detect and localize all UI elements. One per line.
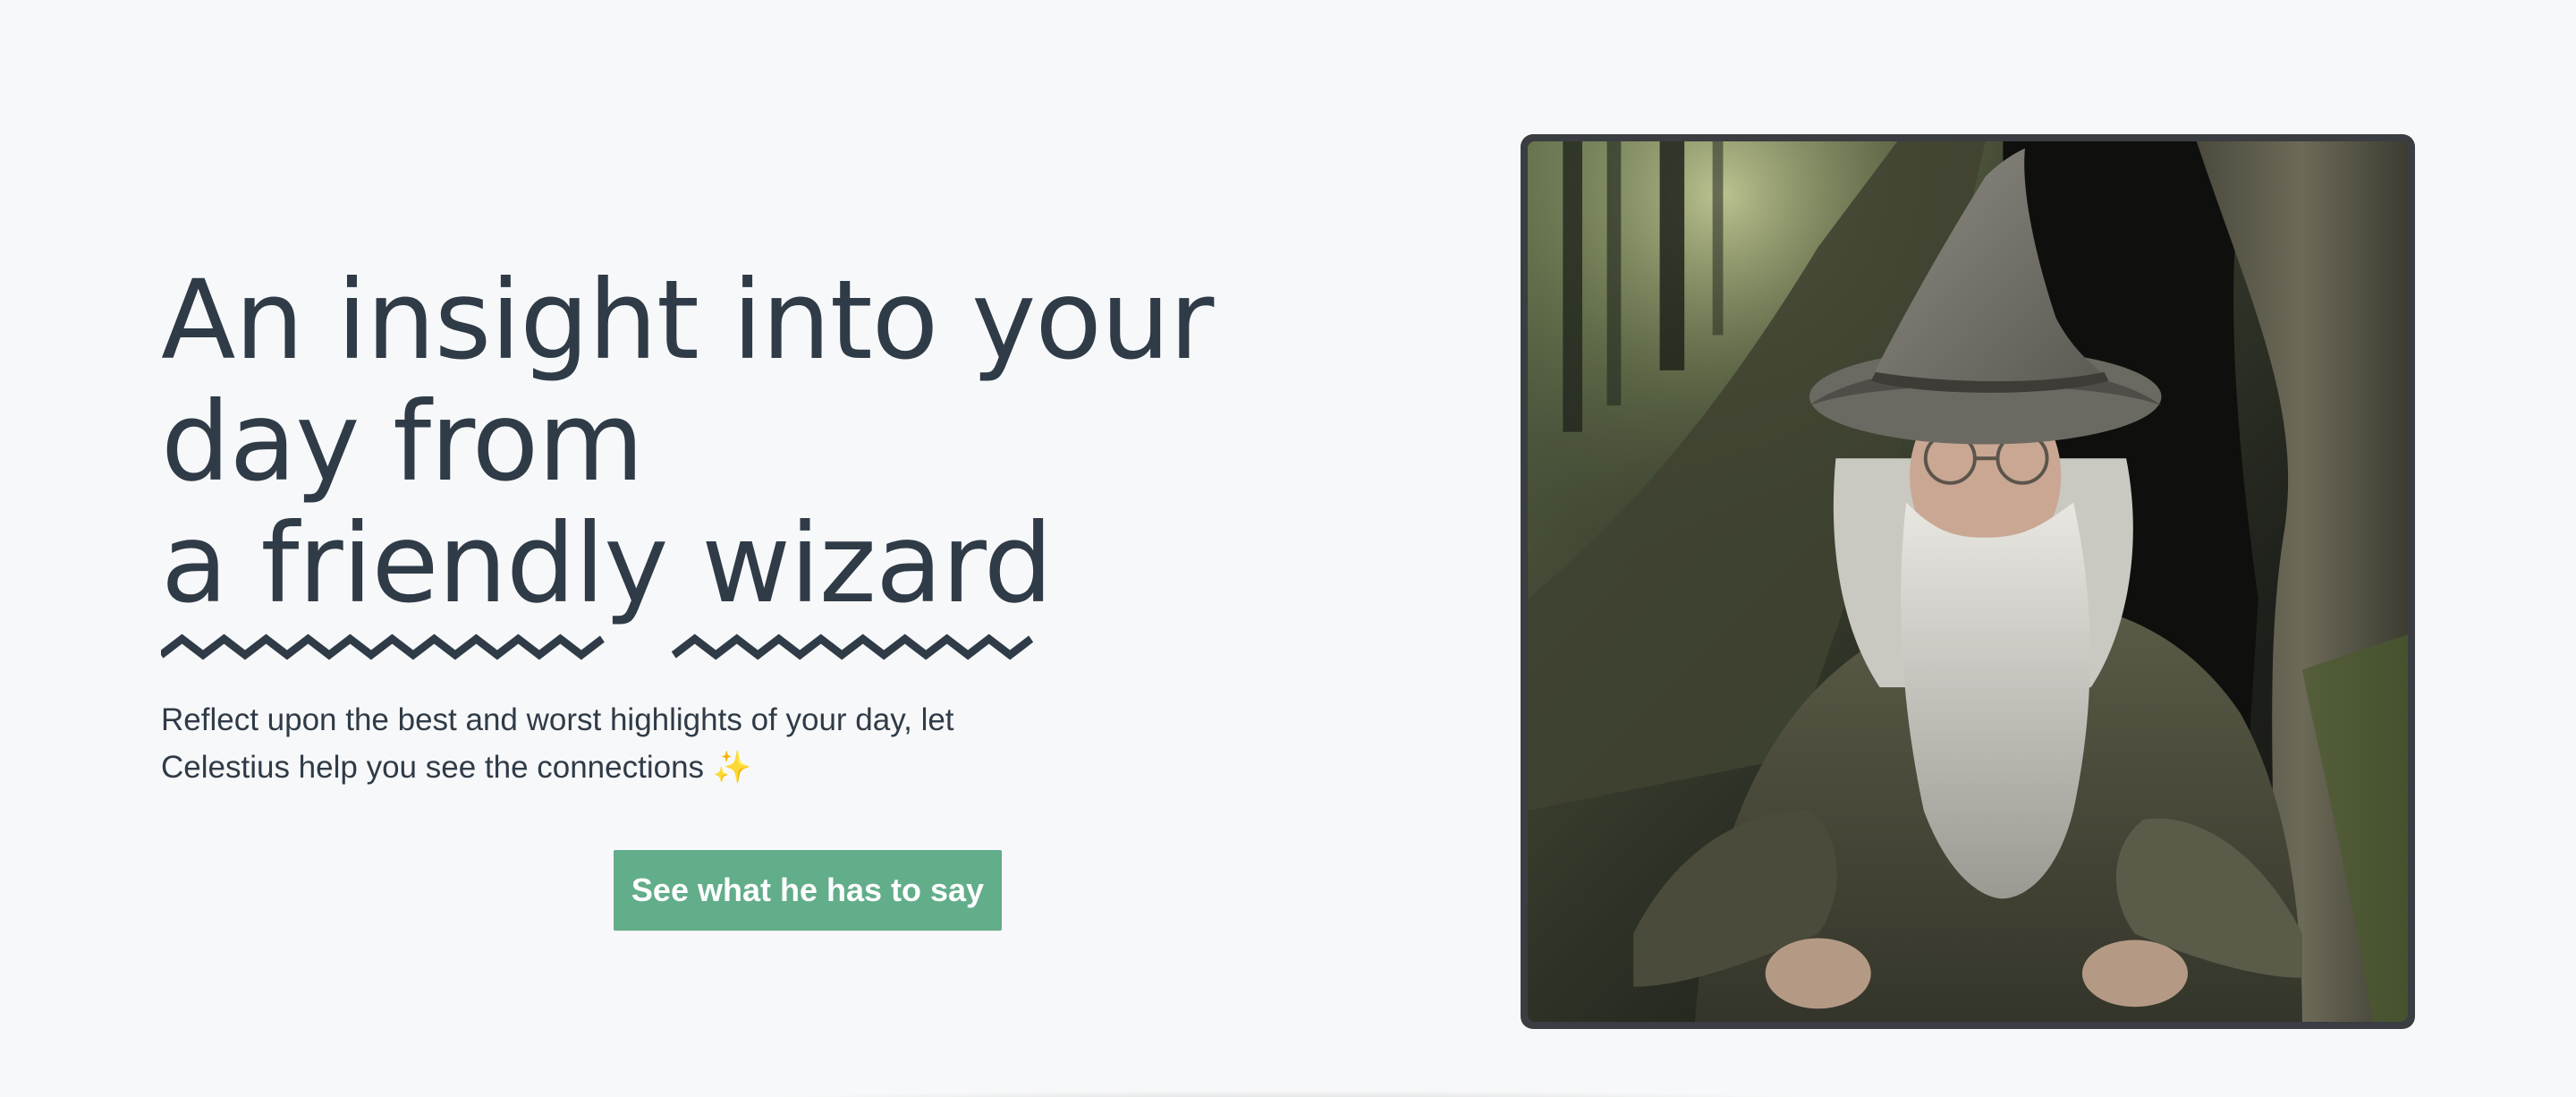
squiggle-underline: [161, 634, 1034, 660]
see-what-he-has-to-say-button[interactable]: See what he has to say: [614, 850, 1002, 931]
squiggle-underline-wrap: a friendly wizard: [161, 500, 1053, 660]
headline-line-2: day from: [161, 378, 644, 506]
headline-line-1: An insight into your: [161, 257, 1214, 384]
headline-line-3: a friendly wizard: [161, 500, 1053, 627]
headline-line-3-wrap: a friendly wizard: [161, 500, 1342, 660]
hero-headline: An insight into your day from a friendly…: [161, 257, 1342, 660]
wizard-portrait-image: [1528, 141, 2408, 1022]
landing-page: An insight into your day from a friendly…: [0, 0, 2576, 1097]
wizard-portrait-frame: [1521, 134, 2415, 1029]
hero-subtext: Reflect upon the best and worst highligh…: [161, 702, 954, 785]
hero-text-section: An insight into your day from a friendly…: [161, 259, 1342, 791]
bottom-edge-shadow: [626, 1090, 1950, 1097]
